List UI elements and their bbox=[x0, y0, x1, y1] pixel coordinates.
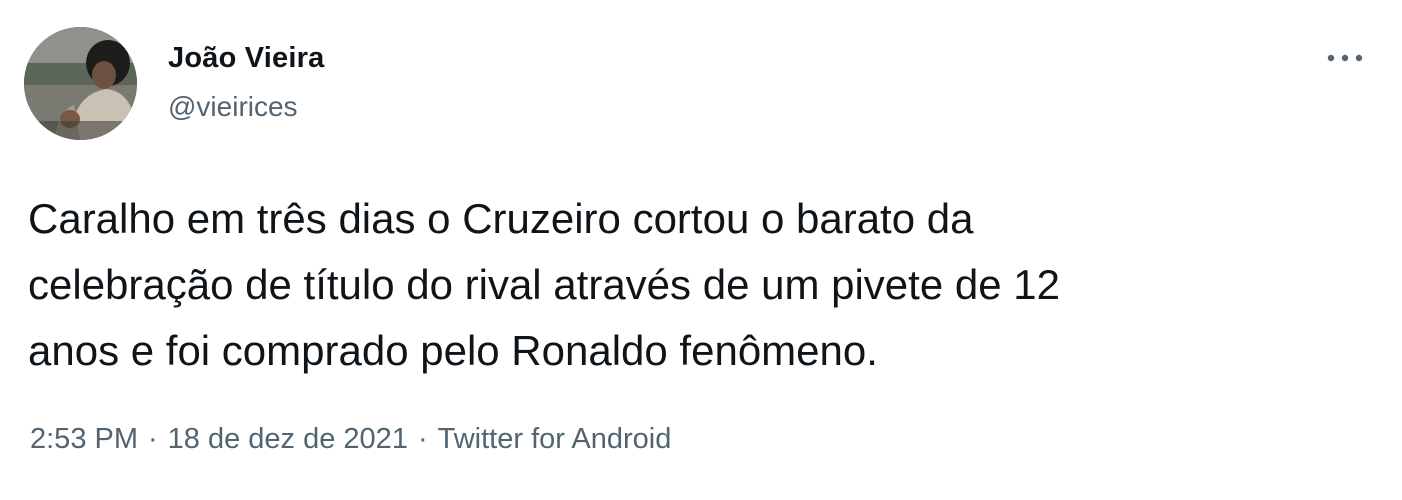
tweet-date-link[interactable]: 18 de dez de 2021 bbox=[168, 423, 408, 455]
display-name[interactable]: João Vieira bbox=[168, 40, 324, 76]
tweet-time-link[interactable]: 2:53 PM bbox=[30, 423, 138, 455]
tweet-text: Caralho em três dias o Cruzeiro cortou o… bbox=[28, 186, 1378, 384]
tweet-text-line: Caralho em três dias o Cruzeiro cortou o… bbox=[28, 195, 974, 242]
user-handle[interactable]: @vieirices bbox=[168, 89, 298, 125]
tweet-card: João Vieira @vieirices Caralho em três d… bbox=[0, 0, 1402, 500]
tweet-text-line: celebração de título do rival através de… bbox=[28, 261, 1060, 308]
tweet-source-link[interactable]: Twitter for Android bbox=[438, 423, 672, 455]
separator: · bbox=[148, 423, 158, 455]
avatar[interactable] bbox=[24, 27, 137, 140]
separator: · bbox=[417, 423, 428, 455]
tweet-meta: 2:53 PM · 18 de dez de 2021 · Twitter for An… bbox=[30, 419, 671, 459]
more-options-button[interactable] bbox=[1318, 38, 1372, 78]
avatar-photo bbox=[24, 27, 137, 140]
tweet-text-line: anos e foi comprado pelo Ronaldo fenômen… bbox=[28, 327, 878, 374]
more-horizontal-icon bbox=[1327, 54, 1363, 62]
